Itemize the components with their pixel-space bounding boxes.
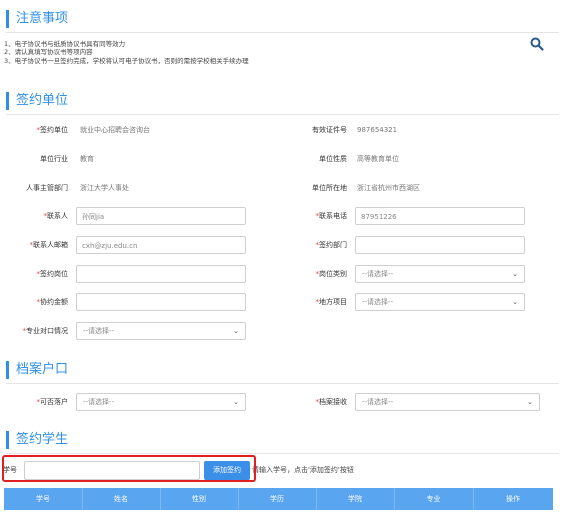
col-degree: 学历 <box>270 495 284 503</box>
col-gender: 性别 <box>192 495 206 503</box>
position-label: *签约岗位 <box>36 270 69 278</box>
salary-label: *协约金额 <box>36 298 69 306</box>
students-title: 签约学生 <box>6 431 68 449</box>
add-hint: 请输入学号，点击'添加签约'按钮 <box>252 466 354 474</box>
col-action: 操作 <box>506 495 520 503</box>
notice-title: 注意事项 <box>6 10 68 28</box>
column-separator <box>394 488 395 510</box>
salary-input[interactable] <box>76 293 246 311</box>
receive-label: *档案接收 <box>315 398 348 406</box>
unit-name-label: *签约单位 <box>36 126 69 134</box>
project-label: *地方项目 <box>315 298 348 306</box>
column-separator <box>316 488 317 510</box>
position-type-select[interactable]: --请选择-- ⌄ <box>355 265 525 283</box>
license-label: 有效证件号 <box>312 126 347 134</box>
chevron-down-icon: ⌄ <box>512 298 518 306</box>
position-type-label: *岗位类别 <box>315 270 348 278</box>
chevron-down-icon: ⌄ <box>527 398 533 406</box>
highlight-box <box>2 455 256 482</box>
industry-value: 教育 <box>80 155 94 163</box>
chevron-down-icon: ⌄ <box>512 270 518 278</box>
search-icon[interactable] <box>530 36 544 51</box>
nature-label: 单位性质 <box>319 155 347 163</box>
col-college: 学院 <box>348 495 362 503</box>
col-name: 姓名 <box>114 495 128 503</box>
hr-dept-label: 人事主管部门 <box>26 184 68 192</box>
divider <box>6 32 559 33</box>
dept-input[interactable] <box>355 236 525 254</box>
notice-line-2: 2、请认真填写协议书等项内容 <box>4 48 93 56</box>
location-value: 浙江省杭州市西湖区 <box>357 184 420 192</box>
divider <box>6 383 559 384</box>
receive-value: --请选择-- <box>362 398 394 406</box>
position-type-value: --请选择-- <box>362 270 394 278</box>
major-match-label: *专业对口情况 <box>22 327 69 335</box>
chevron-down-icon: ⌄ <box>233 327 239 335</box>
contact-label: *联系人 <box>43 212 69 220</box>
settle-value: --请选择-- <box>83 398 115 406</box>
settle-select[interactable]: --请选择-- ⌄ <box>76 393 246 411</box>
column-separator <box>238 488 239 510</box>
license-value: 987654321 <box>357 126 398 134</box>
phone-label: *联系电话 <box>315 212 348 220</box>
divider <box>6 114 559 115</box>
location-label: 单位所在地 <box>312 184 347 192</box>
major-match-value: --请选择-- <box>83 327 115 335</box>
hr-dept-value: 浙江大学人事处 <box>80 184 129 192</box>
position-input[interactable] <box>76 265 246 283</box>
settle-label: *可否落户 <box>36 398 69 406</box>
receive-select[interactable]: --请选择-- ⌄ <box>355 393 540 411</box>
notice-line-3: 3、电子协议书一旦签约完成，学校将认可电子协议书，否则的需按学校相关手续办理 <box>4 57 249 65</box>
unit-name-value: 就业中心招聘会咨询台 <box>80 126 150 134</box>
archive-title: 档案户口 <box>6 361 68 379</box>
column-separator <box>160 488 161 510</box>
industry-label: 单位行业 <box>40 155 68 163</box>
major-match-select[interactable]: --请选择-- ⌄ <box>76 322 246 340</box>
signing-unit-title: 签约单位 <box>6 92 68 110</box>
chevron-down-icon: ⌄ <box>233 398 239 406</box>
column-separator <box>473 488 474 510</box>
email-label: *联系人邮箱 <box>29 241 69 249</box>
email-input[interactable]: cxh@zju.edu.cn <box>76 236 246 254</box>
project-select[interactable]: --请选择-- ⌄ <box>355 293 525 311</box>
col-student-no: 学号 <box>36 495 50 503</box>
divider <box>6 453 559 454</box>
contact-input[interactable]: 孙同jia <box>76 207 246 225</box>
col-major: 专业 <box>426 495 441 503</box>
phone-input[interactable]: 87951226 <box>355 207 525 225</box>
dept-label: *签约部门 <box>315 241 348 249</box>
nature-value: 高等教育单位 <box>357 155 399 163</box>
project-value: --请选择-- <box>362 298 394 306</box>
column-separator <box>82 488 83 510</box>
